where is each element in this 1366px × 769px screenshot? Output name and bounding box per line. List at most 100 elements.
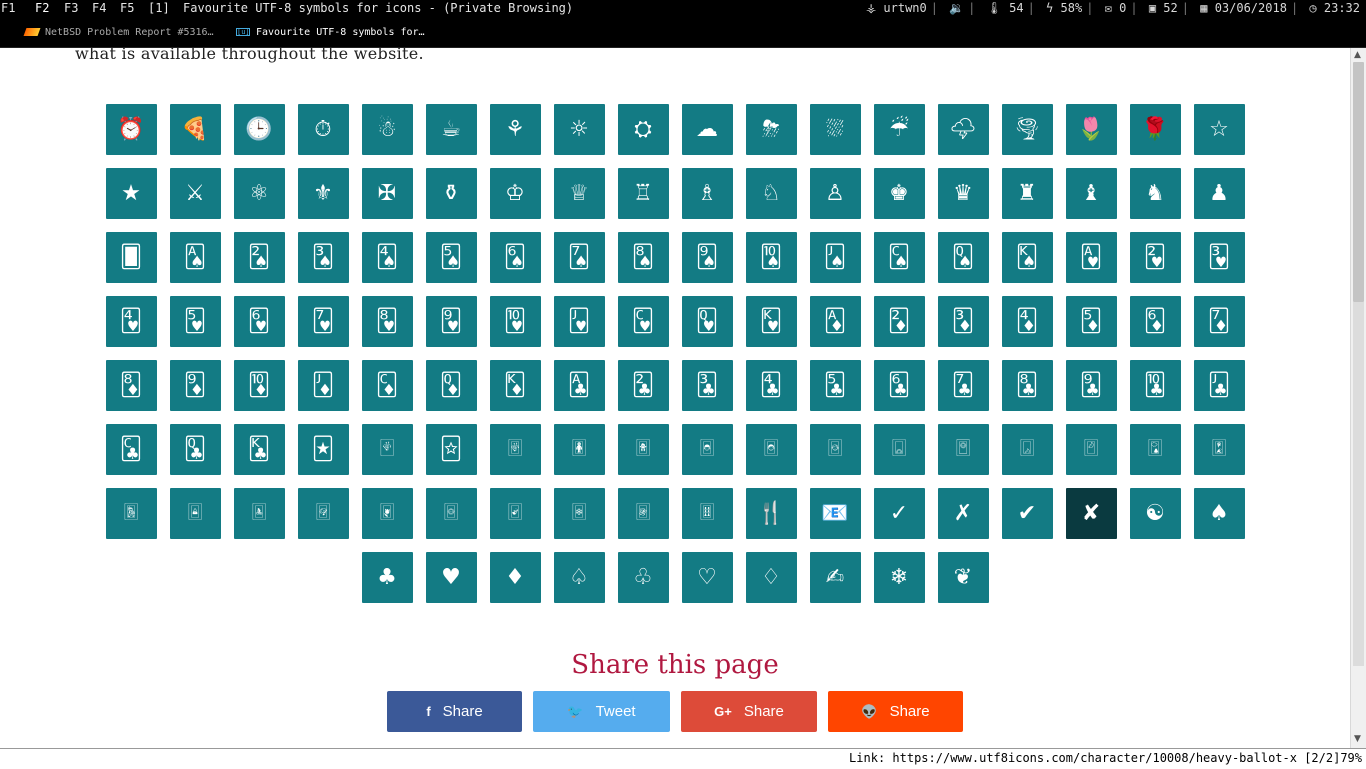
symbol-tile[interactable]: 🂶 (233, 296, 285, 347)
symbol-tile[interactable]: 🃬 (105, 488, 157, 539)
symbol-tile[interactable]: ♡ (681, 552, 733, 603)
symbol-tile[interactable]: 🂤 (361, 232, 413, 283)
symbol-tile[interactable]: 🃨 (1001, 424, 1053, 475)
symbol-tile[interactable]: 🂪 (745, 232, 797, 283)
symbol-tile[interactable]: 🌷 (1065, 104, 1117, 155)
workspace-f1[interactable]: F1 (1, 0, 15, 16)
symbol-tile[interactable]: 🂳 (1193, 232, 1245, 283)
symbol-tile[interactable]: 🃭 (169, 488, 221, 539)
symbol-tile[interactable]: 🃎 (489, 360, 541, 411)
symbol-tile[interactable]: ✘ (1065, 488, 1117, 539)
symbol-tile[interactable]: 🃩 (1065, 424, 1117, 475)
symbol-tile[interactable]: ⚱ (425, 168, 477, 219)
symbol-tile[interactable]: ⚔ (169, 168, 221, 219)
symbol-tile[interactable]: 🃌 (361, 360, 413, 411)
symbol-tile[interactable]: ♢ (745, 552, 797, 603)
symbol-tile[interactable]: 🃞 (233, 424, 285, 475)
reddit-share-button[interactable]: 👽 Share (828, 691, 963, 732)
symbol-tile[interactable]: ⚛ (233, 168, 285, 219)
symbol-tile[interactable]: ☕ (425, 104, 477, 155)
symbol-tile[interactable]: 🃫 (1193, 424, 1245, 475)
twitter-share-button[interactable]: 🐦 Tweet (533, 691, 670, 732)
symbol-tile[interactable]: ☆ (1193, 104, 1245, 155)
scrollbar-thumb[interactable] (1353, 62, 1364, 302)
symbol-tile[interactable]: ♘ (745, 168, 797, 219)
symbol-tile[interactable]: 🂦 (489, 232, 541, 283)
page-scrollbar[interactable]: ▲ ▼ (1350, 48, 1366, 748)
symbol-tile[interactable]: 🍕 (169, 104, 221, 155)
symbol-tile[interactable]: 🃖 (873, 360, 925, 411)
symbol-tile[interactable]: 🃙 (1065, 360, 1117, 411)
symbol-tile[interactable]: 🃰 (361, 488, 413, 539)
symbol-tile[interactable]: 🃴 (617, 488, 669, 539)
symbol-tile[interactable]: ♞ (1129, 168, 1181, 219)
symbol-tile[interactable]: ⏱ (297, 104, 349, 155)
symbol-tile[interactable]: ☁ (681, 104, 733, 155)
symbol-tile[interactable]: 🃆 (1129, 296, 1181, 347)
symbol-tile[interactable]: ⚜ (297, 168, 349, 219)
google-plus-share-button[interactable]: G+ Share (681, 691, 817, 732)
symbol-tile[interactable]: 🂴 (105, 296, 157, 347)
symbol-tile[interactable]: ❦ (937, 552, 989, 603)
symbol-tile[interactable]: ✠ (361, 168, 413, 219)
symbol-tile[interactable]: 🌪 (1001, 104, 1053, 155)
symbol-tile[interactable]: 📧 (809, 488, 861, 539)
workspace-f5[interactable]: F5 (120, 0, 134, 16)
symbol-tile[interactable]: 🃣 (681, 424, 733, 475)
symbol-tile[interactable]: 🂺 (489, 296, 541, 347)
symbol-tile[interactable]: ☔ (873, 104, 925, 155)
symbol-tile[interactable]: 🂭 (937, 232, 989, 283)
symbol-tile[interactable]: 🃟 (425, 424, 477, 475)
symbol-tile[interactable]: 🂱 (1065, 232, 1117, 283)
symbol-tile[interactable]: 🂣 (297, 232, 349, 283)
symbol-tile[interactable]: 🂵 (169, 296, 221, 347)
symbol-tile[interactable]: 🃡 (553, 424, 605, 475)
symbol-tile[interactable]: ♝ (1065, 168, 1117, 219)
symbol-tile[interactable]: 🃊 (233, 360, 285, 411)
symbol-tile[interactable]: 🂧 (553, 232, 605, 283)
symbol-tile[interactable]: 🃕 (809, 360, 861, 411)
symbol-tile[interactable]: 🃋 (297, 360, 349, 411)
symbol-tile[interactable]: 🌹 (1129, 104, 1181, 155)
symbol-tile[interactable]: 🃓 (681, 360, 733, 411)
symbol-tile[interactable]: 🃘 (1001, 360, 1053, 411)
symbol-tile[interactable]: 🃦 (873, 424, 925, 475)
scrollbar-track[interactable] (1353, 302, 1364, 666)
symbol-tile[interactable]: ♙ (809, 168, 861, 219)
symbol-tile[interactable]: 🃛 (1193, 360, 1245, 411)
symbol-tile[interactable]: 🃂 (873, 296, 925, 347)
symbol-tile[interactable]: 🂸 (361, 296, 413, 347)
symbol-tile[interactable]: ✍ (809, 552, 861, 603)
symbol-tile[interactable]: ♚ (873, 168, 925, 219)
symbol-tile[interactable]: 🃠 (489, 424, 541, 475)
symbol-tile[interactable]: 🃚 (1129, 360, 1181, 411)
symbol-tile[interactable]: ☃ (361, 104, 413, 155)
symbol-tile[interactable]: ✓ (873, 488, 925, 539)
symbol-tile[interactable]: ♠ (1193, 488, 1245, 539)
symbol-tile[interactable]: 🂾 (745, 296, 797, 347)
symbol-tile[interactable]: 🃤 (745, 424, 797, 475)
symbol-tile[interactable]: ☼ (553, 104, 605, 155)
symbol-tile[interactable]: 🃳 (553, 488, 605, 539)
symbol-tile[interactable]: 🃝 (169, 424, 221, 475)
symbol-tile[interactable]: 🃇 (1193, 296, 1245, 347)
workspace-f3[interactable]: F3 (64, 0, 78, 16)
symbol-tile[interactable]: 🃯 (297, 488, 349, 539)
symbol-tile[interactable]: 🃈 (105, 360, 157, 411)
symbol-tile[interactable]: 🃗 (937, 360, 989, 411)
symbol-tile[interactable]: 🂲 (1129, 232, 1181, 283)
symbol-tile[interactable]: 🃥 (809, 424, 861, 475)
symbol-tile[interactable]: 🃏 (297, 424, 349, 475)
tab-netbsd-problem-report[interactable]: NetBSD Problem Report #5316… (23, 26, 214, 40)
symbol-tile[interactable]: 🃱 (425, 488, 477, 539)
symbol-tile[interactable]: ♖ (617, 168, 669, 219)
symbol-tile[interactable]: 🃃 (937, 296, 989, 347)
symbol-tile[interactable]: 🂥 (425, 232, 477, 283)
symbol-tile[interactable]: ♔ (489, 168, 541, 219)
symbol-tile[interactable]: 🂿 (361, 424, 413, 475)
symbol-tile[interactable]: 🃁 (809, 296, 861, 347)
symbol-tile[interactable]: 🂮 (1001, 232, 1053, 283)
symbol-tile[interactable]: ⏰ (105, 104, 157, 155)
symbol-tile[interactable]: 🂻 (553, 296, 605, 347)
scroll-down-arrow-icon[interactable]: ▼ (1354, 734, 1361, 744)
